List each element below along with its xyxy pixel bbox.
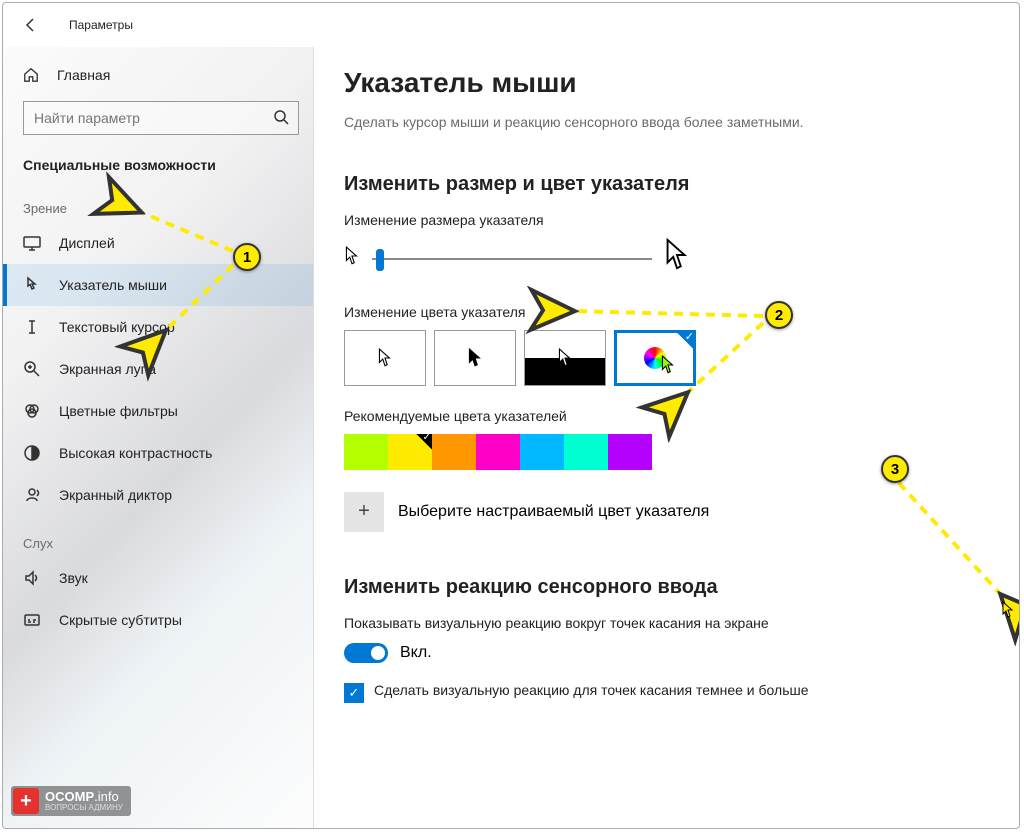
darker-feedback-checkbox[interactable]: ✓ xyxy=(344,683,364,703)
touch-feedback-toggle[interactable] xyxy=(344,643,388,663)
recommended-color-swatch[interactable] xyxy=(432,434,476,470)
sidebar-home[interactable]: Главная xyxy=(3,57,313,93)
sidebar-item-label: Указатель мыши xyxy=(59,277,167,293)
pointer-icon xyxy=(23,276,41,294)
text-cursor-icon xyxy=(23,318,41,336)
pointer-color-custom[interactable] xyxy=(614,330,696,386)
main-panel: Указатель мыши Сделать курсор мыши и реа… xyxy=(313,47,1019,828)
magnifier-icon xyxy=(23,360,41,378)
sidebar-item-label: Скрытые субтитры xyxy=(59,612,182,628)
plus-icon: + xyxy=(344,492,384,532)
color-label: Изменение цвета указателя xyxy=(344,304,983,320)
sidebar-item-color-filters[interactable]: Цветные фильтры xyxy=(3,390,313,432)
recommended-colors xyxy=(344,434,983,470)
watermark-logo: + OCOMP.info ВОПРОСЫ АДМИНУ xyxy=(11,786,131,816)
sidebar-item-text-cursor[interactable]: Текстовый курсор xyxy=(3,306,313,348)
recommended-color-swatch[interactable] xyxy=(608,434,652,470)
size-label: Изменение размера указателя xyxy=(344,212,983,228)
sidebar-item-label: Текстовый курсор xyxy=(59,319,175,335)
sidebar-item-label: Экранный диктор xyxy=(59,487,172,503)
sidebar-item-label: Звук xyxy=(59,570,88,586)
section-header: Специальные возможности xyxy=(3,151,313,181)
page-title: Указатель мыши xyxy=(344,67,983,99)
cursor-large-icon xyxy=(664,238,690,280)
sidebar-item-magnifier[interactable]: Экранная лупа xyxy=(3,348,313,390)
sidebar-item-high-contrast[interactable]: Высокая контрастность xyxy=(3,432,313,474)
pointer-color-black[interactable] xyxy=(434,330,516,386)
sidebar-item-captions[interactable]: Скрытые субтитры xyxy=(3,599,313,641)
sidebar-item-display[interactable]: Дисплей xyxy=(3,222,313,264)
contrast-icon xyxy=(23,444,41,462)
search-icon xyxy=(273,109,289,130)
display-icon xyxy=(23,234,41,252)
sidebar-item-mouse-pointer[interactable]: Указатель мыши xyxy=(3,264,313,306)
recommended-color-swatch[interactable] xyxy=(476,434,520,470)
narrator-icon xyxy=(23,486,41,504)
search-box[interactable] xyxy=(23,101,299,135)
darker-feedback-label: Сделать визуальную реакцию для точек кас… xyxy=(374,681,809,701)
section-touch: Изменить реакцию сенсорного ввода xyxy=(344,576,983,599)
cursor-small-icon xyxy=(344,246,360,271)
audio-icon xyxy=(23,569,41,587)
pointer-color-white[interactable] xyxy=(344,330,426,386)
captions-icon xyxy=(23,611,41,629)
section-size-color: Изменить размер и цвет указателя xyxy=(344,173,983,196)
custom-color-label: Выберите настраиваемый цвет указателя xyxy=(398,503,709,521)
page-description: Сделать курсор мыши и реакцию сенсорного… xyxy=(344,113,824,133)
pointer-color-inverted[interactable] xyxy=(524,330,606,386)
sidebar-item-label: Экранная лупа xyxy=(59,361,156,377)
touch-description: Показывать визуальную реакцию вокруг точ… xyxy=(344,615,804,631)
sidebar-item-audio[interactable]: Звук xyxy=(3,557,313,599)
sidebar-item-label: Высокая контрастность xyxy=(59,445,212,461)
group-hearing: Слух xyxy=(3,516,313,557)
custom-color-button[interactable]: + Выберите настраиваемый цвет указателя xyxy=(344,492,983,532)
sidebar-home-label: Главная xyxy=(57,67,110,83)
group-vision: Зрение xyxy=(3,181,313,222)
recommended-color-swatch[interactable] xyxy=(388,434,432,470)
back-button[interactable] xyxy=(21,15,41,35)
sidebar-item-label: Цветные фильтры xyxy=(59,403,178,419)
pointer-size-slider[interactable] xyxy=(372,247,652,271)
recommended-colors-label: Рекомендуемые цвета указателей xyxy=(344,408,983,424)
sidebar-item-narrator[interactable]: Экранный диктор xyxy=(3,474,313,516)
home-icon xyxy=(23,67,39,83)
sidebar-item-label: Дисплей xyxy=(59,235,115,251)
recommended-color-swatch[interactable] xyxy=(564,434,608,470)
recommended-color-swatch[interactable] xyxy=(344,434,388,470)
color-filters-icon xyxy=(23,402,41,420)
toggle-state-label: Вкл. xyxy=(400,644,432,662)
search-input[interactable] xyxy=(23,101,299,135)
sidebar: Главная Специальные возможности Зрение Д… xyxy=(3,47,313,828)
window-title: Параметры xyxy=(69,18,133,32)
recommended-color-swatch[interactable] xyxy=(520,434,564,470)
